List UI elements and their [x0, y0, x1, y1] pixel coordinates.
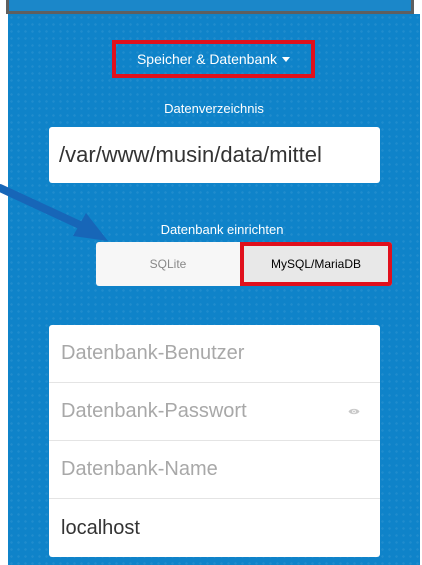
setup-panel: Speicher & Datenbank Datenverzeichnis /v…	[8, 14, 420, 565]
db-user-row	[49, 325, 380, 383]
database-host-input[interactable]	[61, 516, 368, 540]
db-name-row	[49, 441, 380, 499]
database-type-switch: SQLite MySQL/MariaDB	[96, 242, 392, 286]
database-user-input[interactable]	[61, 342, 368, 365]
screen: Speicher & Datenbank Datenverzeichnis /v…	[0, 0, 422, 565]
db-host-row	[49, 499, 380, 557]
data-directory-label: Datenverzeichnis	[164, 101, 264, 116]
database-credentials-form	[49, 325, 380, 557]
database-password-input[interactable]	[61, 400, 368, 423]
data-directory-input[interactable]: /var/www/musin/data/mittel	[49, 127, 380, 183]
storage-database-toggle[interactable]: Speicher & Datenbank	[112, 40, 315, 78]
eye-icon[interactable]	[348, 407, 360, 416]
mysql-mariadb-option[interactable]: MySQL/MariaDB	[240, 242, 392, 286]
top-bar-fragment	[6, 0, 414, 14]
sqlite-option[interactable]: SQLite	[96, 242, 240, 286]
database-setup-label: Datenbank einrichten	[160, 222, 284, 237]
db-password-row	[49, 383, 380, 441]
caret-down-icon	[282, 56, 291, 62]
database-name-input[interactable]	[61, 458, 368, 481]
storage-toggle-label: Speicher & Datenbank	[136, 51, 278, 67]
